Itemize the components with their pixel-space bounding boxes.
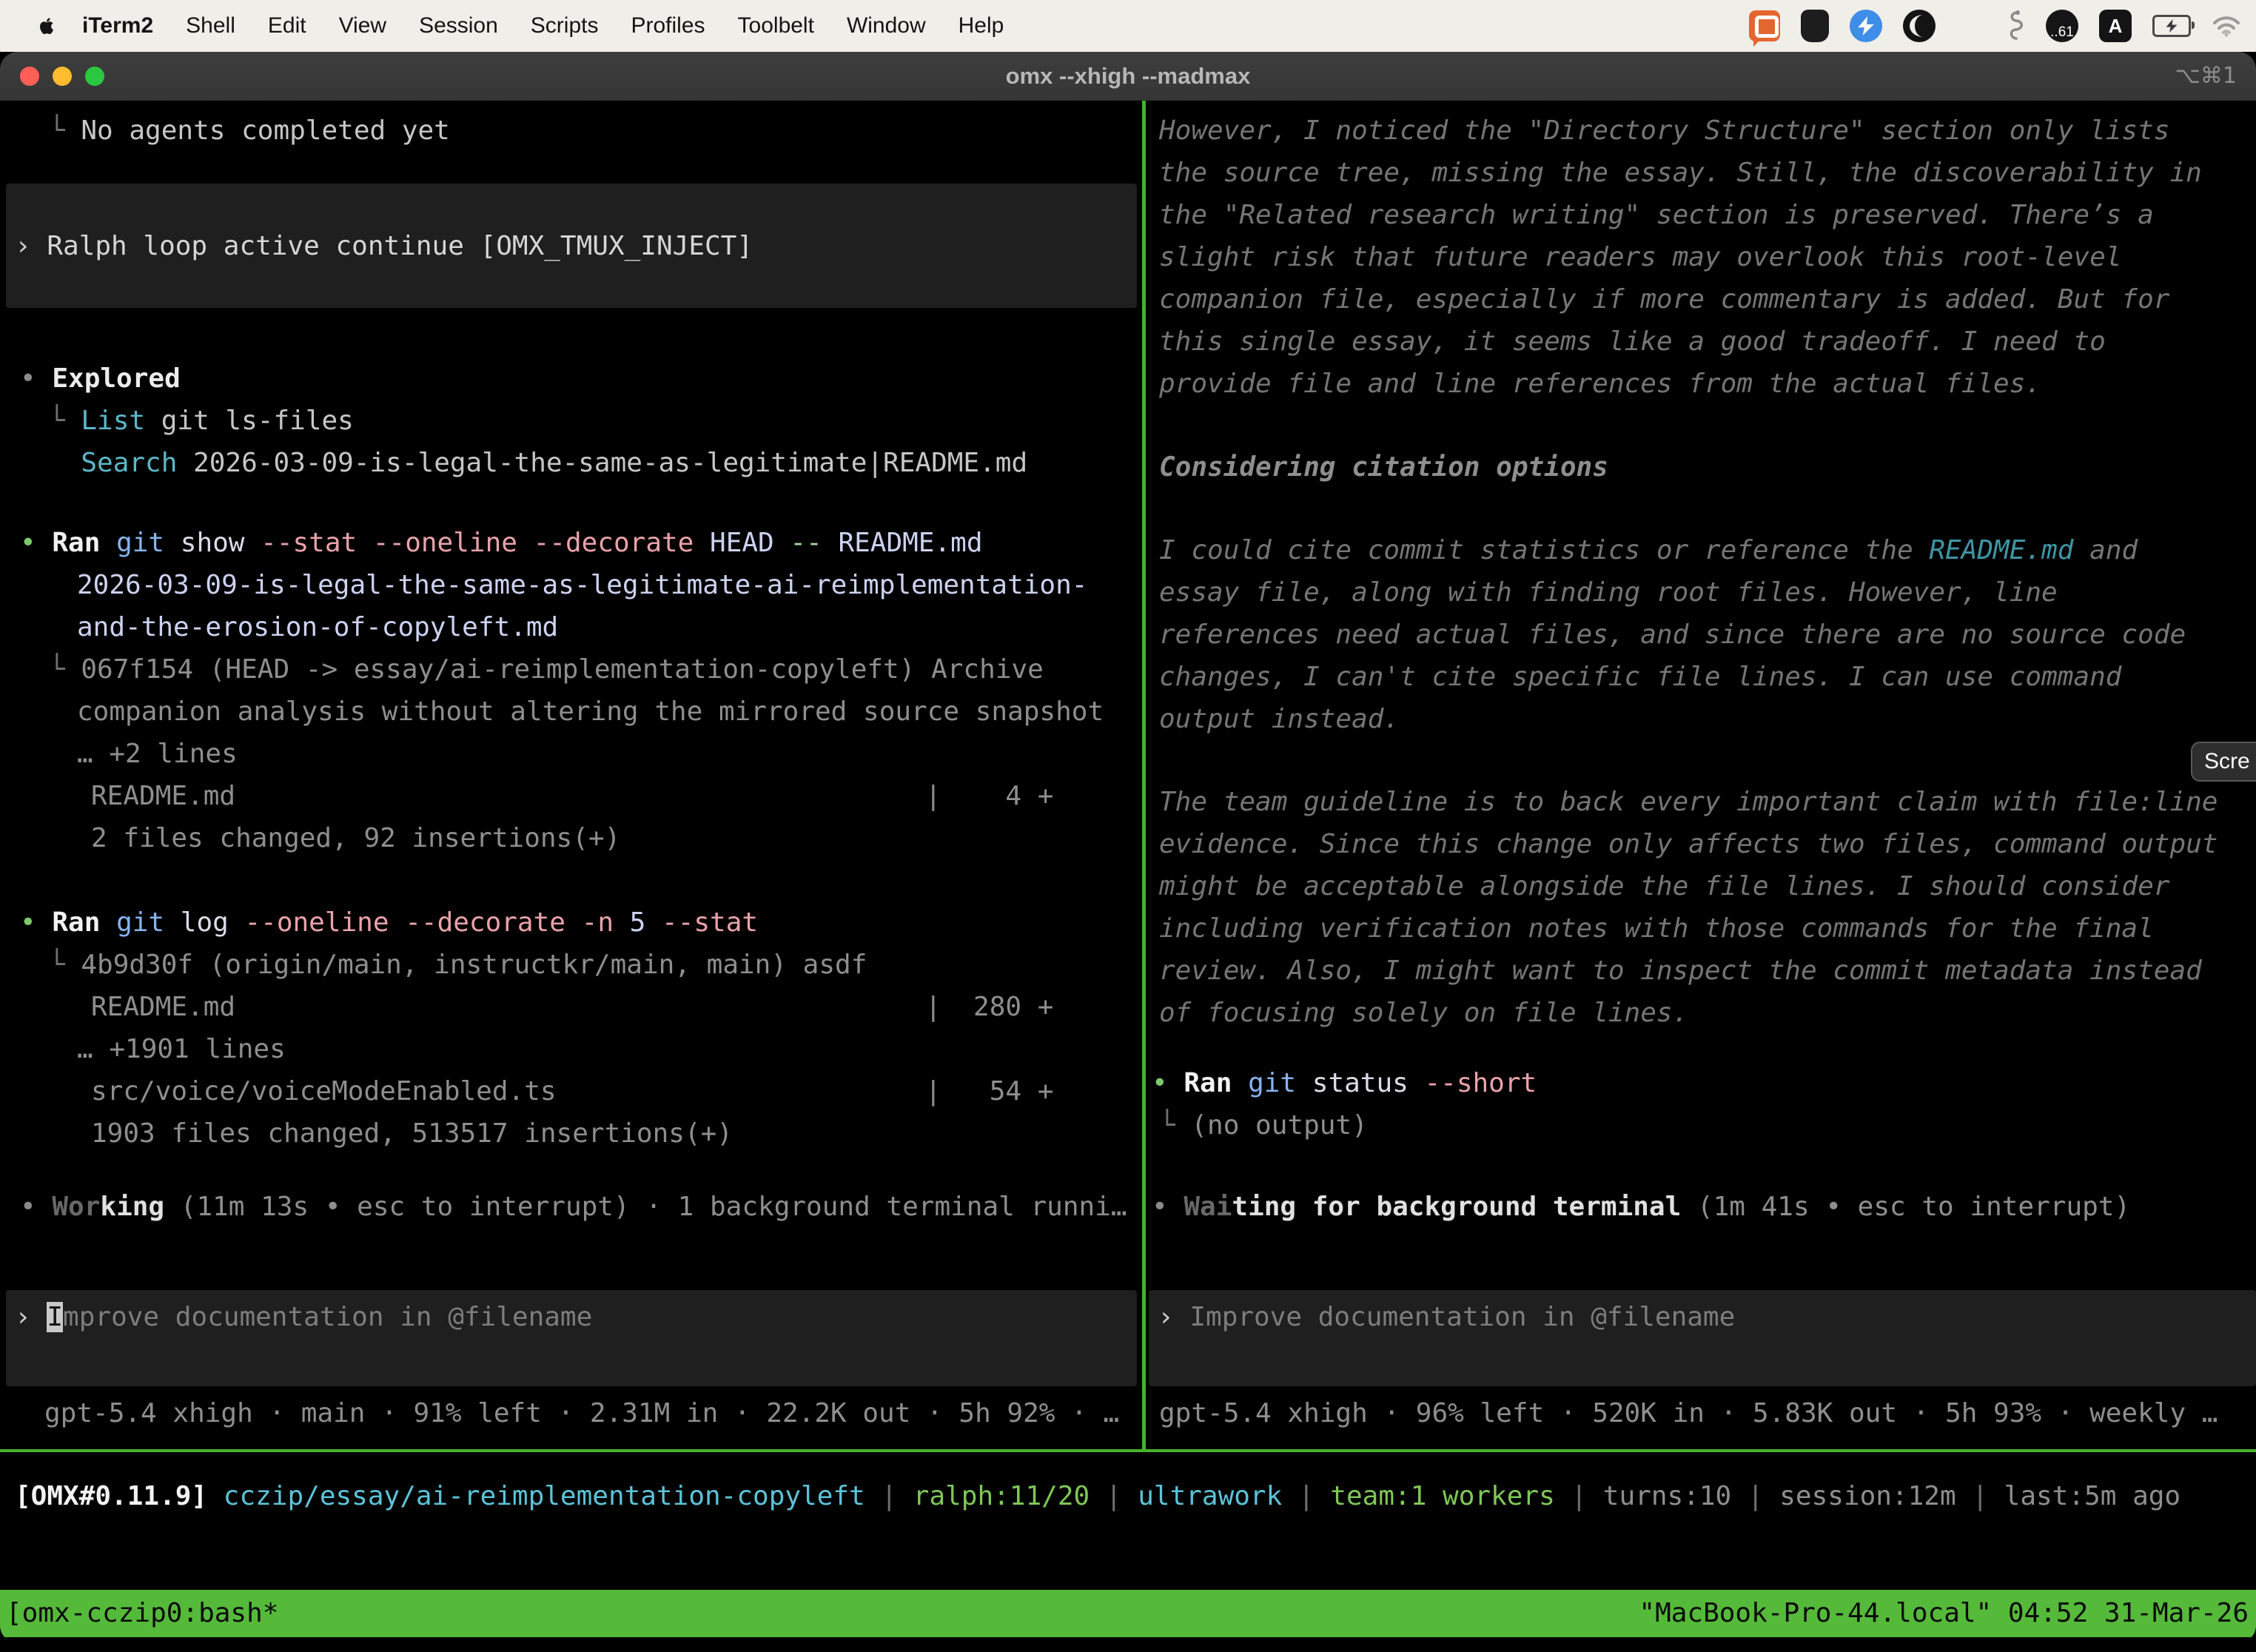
menu-item-shell[interactable]: Shell — [186, 13, 235, 38]
thinking-p3-line-5: review. Also, I might want to inspect th… — [1159, 950, 2202, 992]
thinking-p3-line-3: might be acceptable alongside the file l… — [1159, 865, 2169, 907]
badge-61-icon[interactable]: ..61 — [2046, 10, 2078, 42]
ran-git-status-output: └ (no output) — [1159, 1104, 1368, 1146]
tmux-session-name: [omx-cczip0:bash* — [6, 1590, 278, 1637]
menu-items: iTerm2 Shell Edit View Session Scripts P… — [82, 13, 1004, 38]
screen-share-overlay-label: Scre — [2204, 749, 2250, 774]
a-square-icon[interactable]: A — [2099, 10, 2132, 42]
thinking-p3-line-4: including verification notes with those … — [1159, 907, 2154, 950]
left-agent-pane: └ No agents completed yet › Ralph loop a… — [0, 101, 1142, 1449]
thinking-heading: Considering citation options — [1159, 446, 1608, 488]
thinking-p1-line-1: However, I noticed the "Directory Struct… — [1159, 110, 2169, 152]
ran-git-log-stat-line-2: src/voice/voiceModeEnabled.ts | 54 + — [91, 1070, 1053, 1112]
blue-bolt-icon[interactable] — [1850, 10, 1882, 42]
ran-git-show-output-1: └ 067f154 (HEAD -> essay/ai-reimplementa… — [49, 648, 1044, 691]
ran-git-log-summary: 1903 files changed, 513517 insertions(+) — [91, 1112, 733, 1155]
thinking-p2-line-4: changes, I can't cite specific file line… — [1159, 656, 2121, 698]
prompt-input-right-text[interactable]: › Improve documentation in @filename — [1149, 1290, 2256, 1338]
menu-item-session[interactable]: Session — [419, 13, 498, 38]
explored-header: • Explored — [20, 357, 181, 400]
wifi-icon[interactable] — [2212, 15, 2241, 37]
battery-charging-icon[interactable] — [2152, 15, 2191, 37]
thinking-p2-line-3: references need actual files, and since … — [1159, 614, 2186, 656]
explored-list-line: └ List git ls-files — [49, 400, 354, 442]
ran-git-status-header: • Ran git status --short — [1152, 1062, 1537, 1104]
tmux-host-clock: "MacBook-Pro-44.local" 04:52 31-Mar-26 — [1639, 1590, 2249, 1637]
window-title-bar[interactable]: omx --xhigh --madmax ⌥⌘1 — [0, 52, 2256, 101]
no-agents-line: └ No agents completed yet — [49, 110, 450, 152]
ran-git-show-header: • Ran git show --stat --oneline --decora… — [20, 522, 983, 564]
menu-item-view[interactable]: View — [339, 13, 386, 38]
thinking-p1-line-5: companion file, especially if more comme… — [1159, 278, 2169, 320]
iterm2-window: omx --xhigh --madmax ⌥⌘1 └ No agents com… — [0, 52, 2256, 1643]
waiting-status-line: • Waiting for background terminal (1m 41… — [1152, 1186, 2130, 1228]
menu-item-toolbelt[interactable]: Toolbelt — [738, 13, 814, 38]
omx-status-line: [OMX#0.11.9] cczip/essay/ai-reimplementa… — [15, 1475, 2181, 1517]
thinking-p3-line-2: evidence. Since this change only affects… — [1159, 823, 2218, 865]
ran-git-show-arg-line-2: and-the-erosion-of-copyleft.md — [77, 606, 558, 648]
model-status-right: gpt-5.4 xhigh · 96% left · 520K in · 5.8… — [1159, 1392, 2218, 1434]
window-shortcut-hint: ⌥⌘1 — [2175, 52, 2237, 101]
ran-git-show-stat-line: README.md | 4 + — [91, 775, 1053, 817]
screen-share-overlay-button[interactable]: Scre — [2191, 742, 2256, 782]
explored-search-line: Search 2026-03-09-is-legal-the-same-as-l… — [49, 442, 1027, 484]
thinking-p1-line-4: slight risk that future readers may over… — [1159, 236, 2121, 278]
thinking-p1-line-6: this single essay, it seems like a good … — [1159, 320, 2106, 363]
moon-icon[interactable] — [1903, 10, 1936, 42]
ran-git-log-output-1: └ 4b9d30f (origin/main, instructkr/main,… — [49, 944, 867, 986]
ran-git-show-output-2: companion analysis without altering the … — [77, 691, 1104, 733]
ran-git-log-stat-line-1: README.md | 280 + — [91, 986, 1053, 1028]
menu-bar: iTerm2 Shell Edit View Session Scripts P… — [0, 0, 2256, 52]
menu-item-help[interactable]: Help — [959, 13, 1004, 38]
thinking-p1-line-3: the "Related research writing" section i… — [1159, 194, 2154, 236]
thinking-p2-line-2: essay file, along with finding root file… — [1159, 571, 2058, 614]
menu-item-profiles[interactable]: Profiles — [631, 13, 705, 38]
prompt-input-left[interactable]: › Improve documentation in @filename — [6, 1290, 1137, 1386]
squiggle-icon[interactable] — [2004, 10, 2025, 42]
menu-item-scripts[interactable]: Scripts — [531, 13, 599, 38]
menu-item-window[interactable]: Window — [847, 13, 926, 38]
menu-item-edit[interactable]: Edit — [268, 13, 306, 38]
menu-item-iterm2[interactable]: iTerm2 — [82, 13, 153, 38]
orange-chat-icon[interactable] — [1749, 10, 1780, 41]
apple-menu-icon[interactable] — [35, 13, 56, 38]
menu-status-icons: ..61 A — [1749, 7, 2241, 44]
ran-git-log-ellipsis: … +1901 lines — [77, 1028, 286, 1070]
dots-grid-icon[interactable] — [1956, 13, 1984, 40]
ran-git-show-output-3: … +2 lines — [77, 733, 238, 775]
window-title: omx --xhigh --madmax — [0, 52, 2256, 101]
thinking-p1-line-7: provide file and line references from th… — [1159, 363, 2041, 405]
thinking-p3-line-6: of focusing solely on file lines. — [1159, 992, 1688, 1034]
ralph-loop-box: › Ralph loop active continue [OMX_TMUX_I… — [6, 184, 1137, 308]
shield-keypad-icon[interactable] — [1801, 10, 1829, 42]
tmux-status-bar: [omx-cczip0:bash* "MacBook-Pro-44.local"… — [0, 1590, 2256, 1637]
ran-git-show-summary: 2 files changed, 92 insertions(+) — [91, 817, 620, 859]
prompt-input-right[interactable]: › Improve documentation in @filename — [1149, 1290, 2256, 1386]
thinking-p1-line-2: the source tree, missing the essay. Stil… — [1159, 152, 2202, 194]
pane-divider-vertical[interactable] — [1142, 101, 1146, 1449]
working-status-line: • Working (11m 13s • esc to interrupt) ·… — [20, 1186, 1127, 1228]
ran-git-show-arg-line-1: 2026-03-09-is-legal-the-same-as-legitima… — [77, 564, 1087, 606]
ran-git-log-header: • Ran git log --oneline --decorate -n 5 … — [20, 901, 758, 944]
prompt-input-left-text[interactable]: › Improve documentation in @filename — [6, 1290, 1137, 1338]
model-status-left: gpt-5.4 xhigh · main · 91% left · 2.31M … — [44, 1392, 1119, 1434]
thinking-p3-line-1: The team guideline is to back every impo… — [1159, 781, 2218, 823]
thinking-p2-line-1: I could cite commit statistics or refere… — [1159, 529, 2138, 571]
thinking-p2-line-5: output instead. — [1159, 698, 1400, 740]
pane-divider-horizontal — [0, 1449, 2256, 1452]
right-agent-pane: However, I noticed the "Directory Struct… — [1146, 101, 2256, 1449]
ralph-loop-line: › Ralph loop active continue [OMX_TMUX_I… — [6, 225, 753, 267]
